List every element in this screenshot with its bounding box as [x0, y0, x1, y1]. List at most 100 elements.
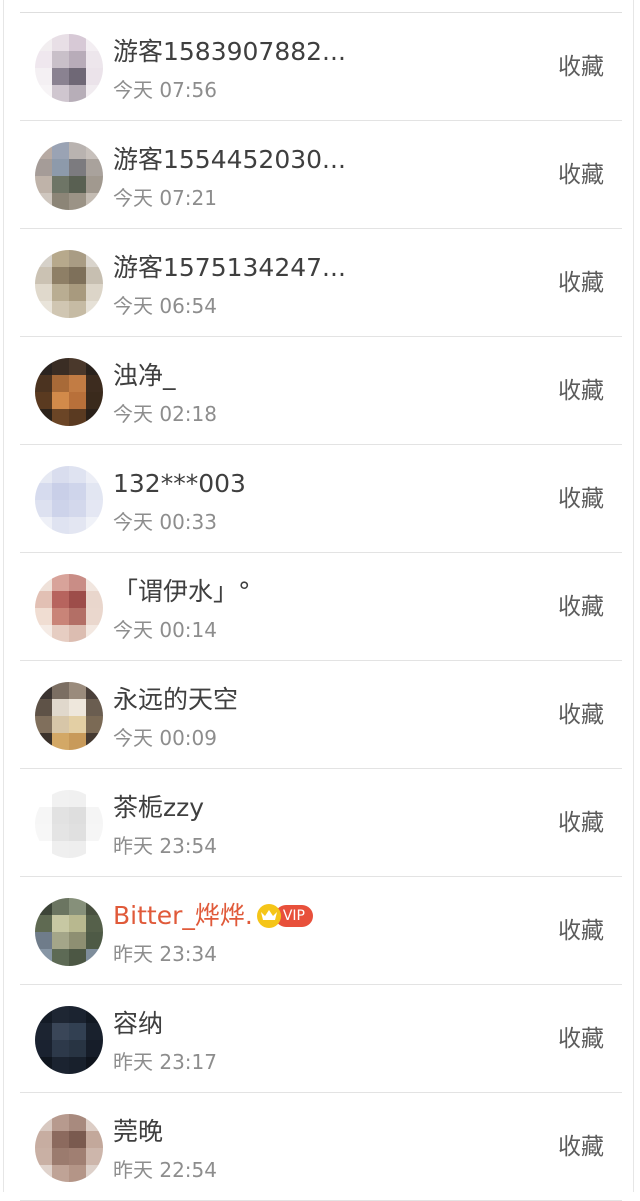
list-item[interactable]: 永远的天空 今天 00:09 收藏 — [20, 661, 622, 769]
favorite-button[interactable]: 收藏 — [558, 159, 604, 191]
favorite-button[interactable]: 收藏 — [558, 267, 604, 299]
avatar-pixel — [69, 301, 86, 318]
crown-icon — [256, 904, 281, 928]
avatar-pixel — [86, 358, 103, 375]
avatar-pixel — [52, 716, 69, 733]
avatar-pixel — [69, 392, 86, 409]
avatar-pixel — [35, 682, 52, 699]
avatar-pixel — [86, 591, 103, 608]
avatar-pixel — [69, 1057, 86, 1074]
avatar-pixel — [52, 932, 69, 949]
avatar-pixel — [69, 574, 86, 591]
avatar[interactable] — [35, 682, 103, 750]
avatar-pixel — [69, 608, 86, 625]
user-name[interactable]: 游客1583907882... — [113, 35, 346, 69]
list-item[interactable]: 游客1575134247... 今天 06:54 收藏 — [20, 229, 622, 337]
list-item[interactable]: 游客1554452030... 今天 07:21 收藏 — [20, 121, 622, 229]
avatar-pixel — [35, 500, 52, 517]
avatar[interactable] — [35, 898, 103, 966]
list-item[interactable]: 容纳昨天 23:17 收藏 — [20, 985, 622, 1093]
avatar-pixel — [35, 699, 52, 716]
avatar[interactable] — [35, 142, 103, 210]
favorite-button[interactable]: 收藏 — [558, 1023, 604, 1055]
avatar-pixel — [86, 699, 103, 716]
user-name-text: Bitter_烨烨. — [113, 901, 253, 930]
avatar[interactable] — [35, 1114, 103, 1182]
avatar-pixel — [52, 34, 69, 51]
avatar-pixel — [35, 1148, 52, 1165]
avatar[interactable] — [35, 466, 103, 534]
user-name-text: 容纳 — [113, 1009, 164, 1038]
timestamp: 昨天 23:17 — [113, 1050, 217, 1074]
avatar-pixel — [52, 159, 69, 176]
favorite-button[interactable]: 收藏 — [558, 699, 604, 731]
avatar-pixel — [86, 250, 103, 267]
user-name[interactable]: 永远的天空 — [113, 683, 238, 717]
avatar-pixel — [86, 1006, 103, 1023]
list-item[interactable]: 「谓伊水」° 今天 00:14 收藏 — [20, 553, 622, 661]
avatar-pixel — [52, 176, 69, 193]
avatar-pixel — [69, 699, 86, 716]
user-name[interactable]: 132***003 — [113, 467, 246, 501]
avatar-pixel — [35, 142, 52, 159]
avatar-pixel — [35, 68, 52, 85]
avatar-pixel — [69, 500, 86, 517]
list-item[interactable]: 茶栀zzy 昨天 23:54 收藏 — [20, 769, 622, 877]
avatar-pixel — [35, 284, 52, 301]
avatar[interactable] — [35, 790, 103, 858]
avatar-pixel — [69, 68, 86, 85]
avatar-pixel — [69, 159, 86, 176]
avatar-pixel — [69, 1114, 86, 1131]
avatar[interactable] — [35, 34, 103, 102]
user-name[interactable]: 茶栀zzy — [113, 791, 204, 825]
avatar-pixel — [69, 358, 86, 375]
avatar[interactable] — [35, 574, 103, 642]
list-item[interactable]: 浊净_ 今天 02:18 收藏 — [20, 337, 622, 445]
list-item[interactable]: 莞晚 昨天 22:54 收藏 — [20, 1093, 622, 1201]
avatar-pixel — [52, 1165, 69, 1182]
avatar-pixel — [52, 1148, 69, 1165]
favorite-button[interactable]: 收藏 — [558, 1131, 604, 1163]
avatar-pixel — [52, 591, 69, 608]
user-name[interactable]: 莞晚 — [113, 1115, 163, 1149]
avatar-pixel — [86, 1023, 103, 1040]
avatar[interactable] — [35, 358, 103, 426]
avatar-pixel — [52, 824, 69, 841]
avatar-pixel — [52, 807, 69, 824]
avatar-pixel — [69, 176, 86, 193]
user-name[interactable]: 游客1575134247... — [113, 251, 346, 285]
favorite-button[interactable]: 收藏 — [558, 51, 604, 83]
avatar-pixel — [86, 142, 103, 159]
avatar-pixel — [35, 807, 52, 824]
list-item[interactable]: 132***003 今天 00:33 收藏 — [20, 445, 622, 553]
list-item[interactable]: Bitter_烨烨. VIP 昨天 23:34 收藏 — [20, 877, 622, 985]
favorite-button[interactable]: 收藏 — [558, 807, 604, 839]
avatar[interactable] — [35, 1006, 103, 1074]
avatar-pixel — [86, 841, 103, 858]
avatar-pixel — [86, 682, 103, 699]
user-name[interactable]: 游客1554452030... — [113, 143, 346, 177]
user-name[interactable]: 浊净_ — [113, 359, 176, 393]
avatar-pixel — [69, 34, 86, 51]
user-name[interactable]: 「谓伊水」° — [113, 575, 251, 609]
avatar-pixel — [69, 625, 86, 642]
avatar-pixel — [69, 1148, 86, 1165]
avatar[interactable] — [35, 250, 103, 318]
avatar-pixel — [52, 915, 69, 932]
favorite-button[interactable]: 收藏 — [558, 483, 604, 515]
favorite-button[interactable]: 收藏 — [558, 915, 604, 947]
avatar-pixel — [86, 949, 103, 966]
list-item[interactable]: 游客1583907882... 今天 07:56 收藏 — [20, 13, 622, 121]
avatar-pixel — [35, 932, 52, 949]
user-name[interactable]: Bitter_烨烨. VIP — [113, 899, 313, 933]
avatar-pixel — [52, 682, 69, 699]
avatar-pixel — [69, 824, 86, 841]
favorites-list-page: 游客1583907882... 今天 07:56 收藏 游客1554452030...… — [0, 0, 640, 1201]
avatar-pixel — [69, 1040, 86, 1057]
avatar-pixel — [86, 193, 103, 210]
avatar-pixel — [86, 284, 103, 301]
user-name[interactable]: 容纳 — [113, 1007, 163, 1041]
favorite-button[interactable]: 收藏 — [558, 375, 604, 407]
favorite-button[interactable]: 收藏 — [558, 591, 604, 623]
avatar-pixel — [86, 159, 103, 176]
